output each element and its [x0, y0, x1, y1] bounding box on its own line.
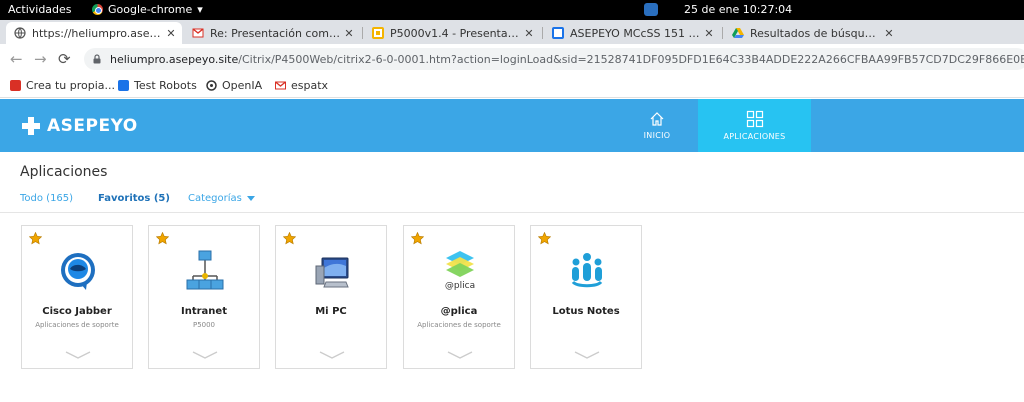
tab-separator: [722, 27, 723, 39]
cross-icon: [22, 117, 40, 135]
url-path: /Citrix/P4500Web/citrix2-6-0-0001.htm?ac…: [238, 52, 1024, 66]
tab-separator: [362, 27, 363, 39]
home-icon: [650, 112, 664, 126]
app-menu[interactable]: Google-chrome ▾: [92, 3, 203, 16]
network-icon: [186, 250, 224, 290]
filter-todo[interactable]: Todo (165): [20, 193, 73, 204]
browser-toolbar: ← → ⟳ heliumpro.asepeyo.site/Citrix/P450…: [0, 44, 1024, 74]
gmail-icon: [275, 81, 286, 90]
chevron-down-icon[interactable]: [446, 350, 474, 360]
slides-icon: [372, 27, 384, 39]
activities-button[interactable]: Actividades: [8, 3, 72, 16]
close-tab-icon[interactable]: ✕: [882, 27, 896, 40]
bookmarks-bar: Crea tu propia... Test Robots OpenIA esp…: [0, 74, 1024, 98]
drive-icon: [732, 28, 744, 38]
tab-strip: https://heliumpro.asepeyo ✕ Re: Presenta…: [0, 20, 1024, 61]
nav-aplicaciones[interactable]: APLICACIONES: [698, 99, 811, 152]
reload-button[interactable]: ⟳: [58, 50, 71, 68]
tab-slides[interactable]: P5000v1.4 - Presentacion ✕: [364, 22, 540, 44]
app-card-cisco-jabber[interactable]: Cisco Jabber Aplicaciones de soporte: [21, 225, 133, 369]
address-bar[interactable]: heliumpro.asepeyo.site/Citrix/P4500Web/c…: [84, 48, 1024, 70]
url-host: heliumpro.asepeyo.site: [110, 52, 239, 66]
app-name: Google-chrome: [108, 3, 193, 16]
close-tab-icon[interactable]: ✕: [342, 27, 356, 40]
tab-drive[interactable]: Resultados de búsqueda ✕: [724, 22, 900, 44]
chevron-down-icon[interactable]: [191, 350, 219, 360]
svg-text:@plica: @plica: [445, 281, 475, 291]
chevron-down-icon: ▾: [197, 3, 203, 16]
bookmark-blue-icon: [118, 80, 129, 91]
close-tab-icon[interactable]: ✕: [702, 27, 716, 40]
filter-favoritos[interactable]: Favoritos (5): [98, 193, 170, 204]
bookmark-crea[interactable]: Crea tu propia...: [10, 79, 115, 92]
app-header: ASEPEYO INICIO APLICACIONES: [0, 99, 1024, 152]
page-title: Aplicaciones: [20, 164, 108, 180]
grid-icon: [746, 110, 763, 128]
favorite-star-icon[interactable]: [156, 232, 169, 245]
favorite-star-icon[interactable]: [29, 232, 42, 245]
bookmark-openia[interactable]: OpenIA: [206, 79, 262, 92]
openai-icon: [206, 80, 217, 91]
globe-icon: [14, 27, 26, 39]
computer-icon: [315, 257, 349, 288]
app-card-intranet[interactable]: Intranet P5000: [148, 225, 260, 369]
system-tray-icon[interactable]: [644, 3, 658, 16]
lock-icon: [93, 54, 101, 64]
close-tab-icon[interactable]: ✕: [164, 27, 178, 40]
brand-name: ASEPEYO: [47, 116, 138, 136]
bookmark-red-icon: [10, 80, 21, 91]
calendar-icon: [552, 27, 564, 39]
bookmark-espatx[interactable]: espatx: [275, 79, 328, 92]
aplica-icon: @plica: [445, 251, 475, 291]
caret-down-icon: [246, 195, 255, 201]
tab-calendar[interactable]: ASEPEYO MCcSS 151 - Ca ✕: [544, 22, 720, 44]
clock[interactable]: 25 de ene 10:27:04: [684, 3, 792, 16]
favorite-star-icon[interactable]: [411, 232, 424, 245]
tab-heliumpro[interactable]: https://heliumpro.asepeyo ✕: [6, 22, 182, 44]
asepeyo-logo[interactable]: ASEPEYO: [22, 116, 138, 136]
app-card-aplica[interactable]: @plica @plica Aplicaciones de soporte: [403, 225, 515, 369]
chevron-down-icon[interactable]: [64, 350, 92, 360]
cisco-jabber-icon: [61, 253, 95, 290]
tab-gmail[interactable]: Re: Presentación compart ✕: [184, 22, 360, 44]
back-button[interactable]: ←: [10, 50, 23, 68]
nav-inicio[interactable]: INICIO: [616, 99, 698, 152]
filter-categorias[interactable]: Categorías: [188, 193, 255, 204]
close-tab-icon[interactable]: ✕: [522, 27, 536, 40]
os-top-bar: Actividades Google-chrome ▾ 25 de ene 10…: [0, 0, 1024, 20]
app-card-lotus-notes[interactable]: Lotus Notes: [530, 225, 642, 369]
forward-button[interactable]: →: [34, 50, 47, 68]
chevron-down-icon[interactable]: [573, 350, 601, 360]
chevron-down-icon[interactable]: [318, 350, 346, 360]
chrome-icon: [92, 4, 103, 15]
lotus-notes-icon: [571, 253, 603, 288]
tab-separator: [542, 27, 543, 39]
favorite-star-icon[interactable]: [538, 232, 551, 245]
app-card-mi-pc[interactable]: Mi PC: [275, 225, 387, 369]
bookmark-test-robots[interactable]: Test Robots: [118, 79, 197, 92]
divider: [0, 212, 1024, 213]
favorite-star-icon[interactable]: [283, 232, 296, 245]
gmail-icon: [192, 28, 204, 38]
